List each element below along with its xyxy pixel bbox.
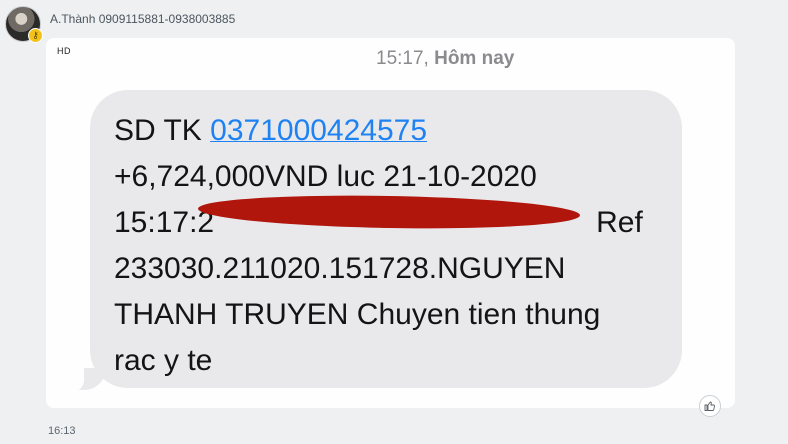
- hd-label: HD: [57, 46, 71, 56]
- message-timestamp: 16:13: [48, 425, 76, 437]
- sender-name[interactable]: A.Thành 0909115881-0938003885: [50, 12, 235, 26]
- thumbs-up-icon: [704, 401, 715, 411]
- sms-day: Hôm nay: [434, 48, 515, 69]
- message-card[interactable]: HD 15:17, Hôm nay SD TK 0371000424575 +6…: [46, 38, 735, 408]
- sms-line-1: SD TK 0371000424575: [114, 108, 674, 154]
- sms-line-6: rac y te: [114, 344, 213, 377]
- sms-line-5: THANH TRUYEN Chuyen tien thung: [114, 298, 601, 331]
- sms-line-2: +6,724,000VND luc 21-10-2020: [114, 160, 537, 193]
- reaction-like-button[interactable]: [699, 395, 721, 417]
- sms-line-1-prefix: SD TK: [114, 114, 211, 147]
- key-icon: ⚷: [28, 28, 43, 43]
- sms-line-3-end: Ref: [596, 206, 643, 239]
- sms-time: 15:17,: [376, 48, 429, 69]
- sms-message-text: SD TK 0371000424575 +6,724,000VND luc 21…: [114, 108, 674, 384]
- sms-line-4: 233030.211020.151728.NGUYEN: [114, 252, 566, 285]
- sms-screenshot-image[interactable]: HD 15:17, Hôm nay SD TK 0371000424575 +6…: [46, 38, 735, 408]
- account-number-link[interactable]: 0371000424575: [210, 114, 427, 147]
- sms-time-header: 15:17, Hôm nay: [376, 48, 514, 70]
- sender-avatar[interactable]: ⚷: [5, 6, 43, 43]
